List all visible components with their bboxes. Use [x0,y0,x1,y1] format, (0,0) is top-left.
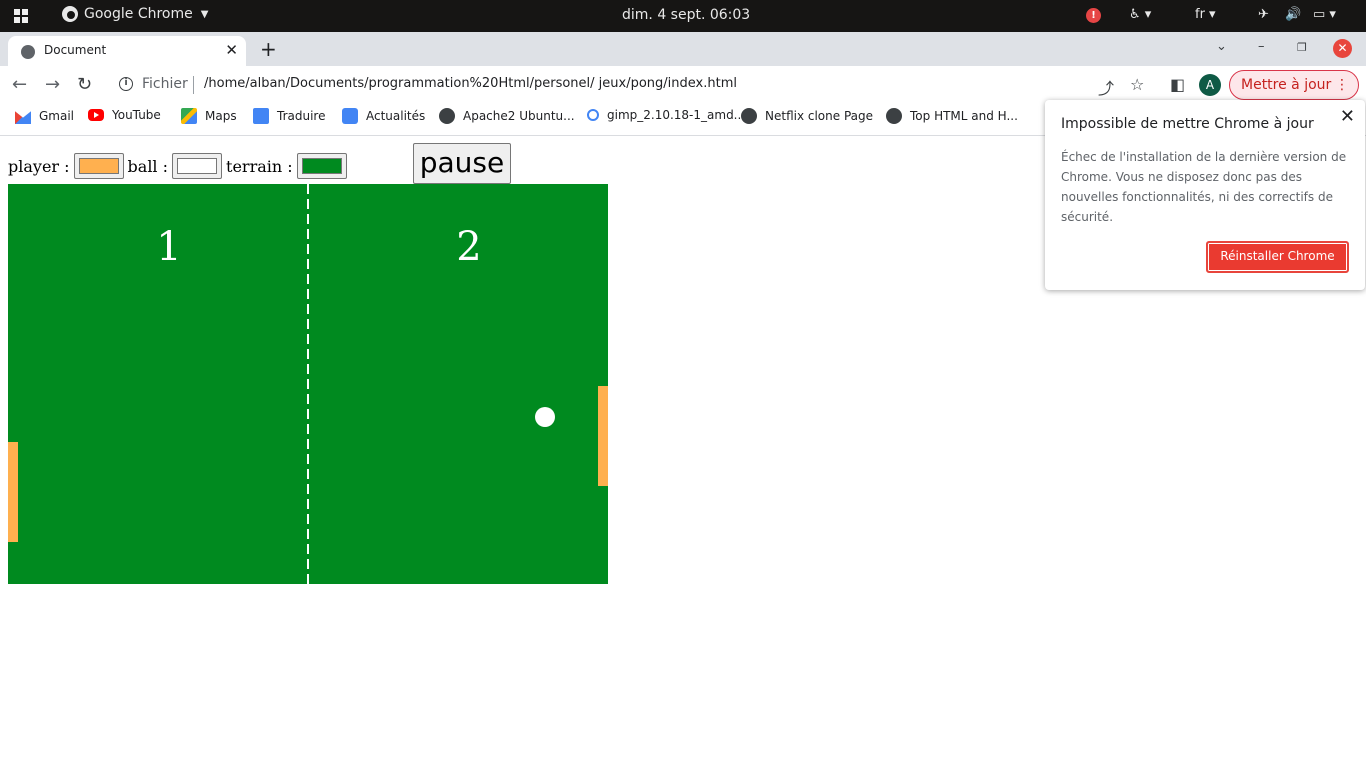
player-label: player : [8,156,70,176]
bookmark-label: gimp_2.10.18-1_amd... [607,108,746,122]
bookmark-youtube[interactable]: YouTube [88,108,161,122]
color-controls: player : ball : terrain : [8,153,347,179]
bookmark-label: YouTube [112,108,161,122]
bookmark-maps[interactable]: Maps [181,108,237,124]
back-button[interactable]: ← [12,74,27,95]
dialog-title: Impossible de mettre Chrome à jour [1061,116,1314,132]
restore-icon[interactable]: ❐ [1297,41,1307,54]
tab-document[interactable]: Document ✕ [8,36,246,66]
reinstall-chrome-button[interactable]: Réinstaller Chrome [1206,241,1349,273]
info-icon[interactable]: i [119,77,133,91]
ball [535,407,555,427]
bookmark-apache2[interactable]: Apache2 Ubuntu... [439,108,575,124]
app-name: Google Chrome [84,6,193,22]
volume-icon[interactable]: 🔊 [1285,7,1301,22]
address-bar[interactable]: /home/alban/Documents/programmation%20Ht… [204,76,737,91]
globe-icon [21,45,35,59]
ball-color-swatch [177,158,218,174]
os-top-bar: Google Chrome ▼ dim. 4 sept. 06:03 ! ♿ ▾… [0,0,1366,32]
globe-icon [741,108,757,124]
battery-icon[interactable]: ▭ ▾ [1313,7,1336,22]
dialog-message: Échec de l'installation de la dernière v… [1061,150,1347,224]
pause-button[interactable]: pause [413,143,511,184]
chrome-icon [62,6,78,22]
close-icon[interactable]: ✕ [1340,106,1355,127]
bookmark-label: Apache2 Ubuntu... [463,109,575,123]
globe-icon [439,108,455,124]
score-left: 1 [156,224,182,270]
bookmark-actualites[interactable]: Actualités [342,108,425,124]
terrain-color-input[interactable] [296,153,347,179]
windows-icon[interactable] [14,9,28,23]
close-tab-icon[interactable]: ✕ [225,41,238,59]
ball-color-input[interactable] [172,153,223,179]
profile-avatar[interactable]: A [1199,74,1221,96]
window-close-icon[interactable]: ✕ [1333,39,1352,58]
terrain-label: terrain : [226,156,293,176]
scheme-label[interactable]: Fichier [142,76,188,92]
alert-badge[interactable]: ! [1086,8,1101,23]
share-icon[interactable]: ⤴ [1098,75,1114,99]
bookmark-gmail[interactable]: Gmail [15,108,74,124]
bookmark-star-icon[interactable]: ☆ [1130,75,1144,94]
language-label: fr [1195,7,1205,22]
language-selector[interactable]: fr ▾ [1195,7,1216,22]
globe-icon [886,108,902,124]
menu-dots-icon: ⋮ [1335,77,1349,93]
bookmark-label: Top HTML and H... [910,109,1018,123]
tab-search-icon[interactable]: ⌄ [1216,39,1227,54]
bookmark-label: Gmail [39,109,75,123]
bookmark-label: Traduire [277,109,326,123]
ball-label: ball : [127,156,169,176]
omnibox-divider [193,76,194,94]
tab-title: Document [44,43,107,57]
update-chrome-button[interactable]: Mettre à jour ⋮ [1229,70,1359,100]
search-icon [587,109,599,121]
maps-icon [181,108,197,124]
chevron-down-icon: ▼ [200,8,209,20]
bookmark-label: Maps [205,109,237,123]
bookmark-top-html[interactable]: Top HTML and H... [886,108,1018,124]
clock[interactable]: dim. 4 sept. 06:03 [622,7,750,23]
browser-toolbar: ← → ↻ i Fichier /home/alban/Documents/pr… [0,66,1366,104]
airplane-icon[interactable]: ✈ [1258,7,1269,22]
left-paddle [8,442,18,542]
active-app-menu[interactable]: Google Chrome ▼ [62,6,208,22]
bookmark-netflix-clone[interactable]: Netflix clone Page [741,108,873,124]
forward-button[interactable]: → [45,74,60,95]
bookmark-traduire[interactable]: Traduire [253,108,325,124]
score-right: 2 [456,224,482,270]
bookmark-label: Actualités [366,109,426,123]
update-failed-dialog: Impossible de mettre Chrome à jour ✕ Éch… [1045,100,1365,290]
player-color-input[interactable] [73,153,124,179]
bookmark-gimp[interactable]: gimp_2.10.18-1_amd... [587,108,745,122]
youtube-icon [88,109,104,121]
center-net [307,184,309,584]
right-paddle [598,386,608,486]
bookmark-label: Netflix clone Page [765,109,873,123]
translate-icon [253,108,269,124]
accessibility-icon[interactable]: ♿ ▾ [1129,7,1151,22]
tab-strip: Document ✕ + ⌄ – ❐ ✕ [0,32,1366,66]
reload-button[interactable]: ↻ [77,74,92,95]
gmail-icon [15,111,31,124]
update-label: Mettre à jour [1241,77,1332,93]
pong-field[interactable]: 1 2 [8,184,608,584]
player-color-swatch [78,158,119,174]
new-tab-button[interactable]: + [260,37,277,61]
side-panel-icon[interactable]: ◧ [1170,75,1185,94]
news-icon [342,108,358,124]
terrain-color-swatch [301,158,342,174]
minimize-icon[interactable]: – [1258,39,1265,54]
